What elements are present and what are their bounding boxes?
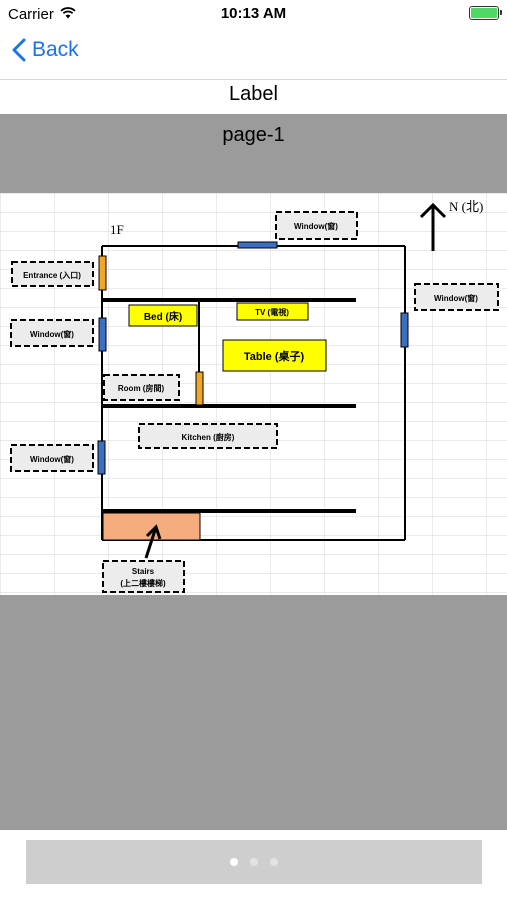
kitchen-label: Kitchen (廚房) <box>182 432 235 442</box>
bottom-bar <box>0 830 507 900</box>
status-bar: Carrier 10:13 AM <box>0 0 507 30</box>
page-dot-2[interactable] <box>250 858 258 866</box>
window-left-top-marker <box>98 317 107 352</box>
label-text: Label <box>229 83 278 105</box>
tv-label: TV (電視) <box>255 307 289 317</box>
window-left-bottom-marker <box>97 440 106 475</box>
battery-icon <box>469 6 502 20</box>
window-top-marker <box>237 241 278 249</box>
page-dot-1[interactable] <box>230 858 238 866</box>
window-left-top-label: Window(窗) <box>30 329 74 339</box>
status-right <box>469 6 502 20</box>
page-dot-3[interactable] <box>270 858 278 866</box>
table-label: Table (桌子) <box>244 349 305 363</box>
window-right-marker <box>400 312 409 348</box>
page-title: page-1 <box>222 124 285 146</box>
window-left-bottom-label: Window(窗) <box>30 454 74 464</box>
floor-label: 1F <box>110 222 124 237</box>
window-right-label: Window(窗) <box>434 293 478 303</box>
stairs-label-line2: (上二樓樓梯) <box>120 578 166 588</box>
page-control[interactable] <box>26 840 482 884</box>
stairs-label-line1: Stairs <box>132 567 155 576</box>
status-time: 10:13 AM <box>220 5 287 22</box>
room-door-marker <box>195 371 204 406</box>
back-button[interactable]: Back <box>12 38 79 62</box>
navigation-bar: Back <box>0 30 507 80</box>
stairs-block <box>102 512 201 541</box>
window-top-label: Window(窗) <box>294 221 338 231</box>
floor-plan-drawing: 1F N (北) Entrance (入口) Window(窗) Window(… <box>0 193 507 595</box>
floor-plan-image[interactable]: 1F N (北) Entrance (入口) Window(窗) Window(… <box>0 193 507 595</box>
compass-label: N (北) <box>449 199 483 214</box>
room-label: Room (房間) <box>118 383 165 393</box>
bed-label: Bed (床) <box>144 310 182 323</box>
chevron-left-icon <box>12 38 26 62</box>
back-label: Back <box>32 38 79 61</box>
entrance-door-marker <box>98 255 107 291</box>
entrance-label: Entrance (入口) <box>23 271 81 280</box>
